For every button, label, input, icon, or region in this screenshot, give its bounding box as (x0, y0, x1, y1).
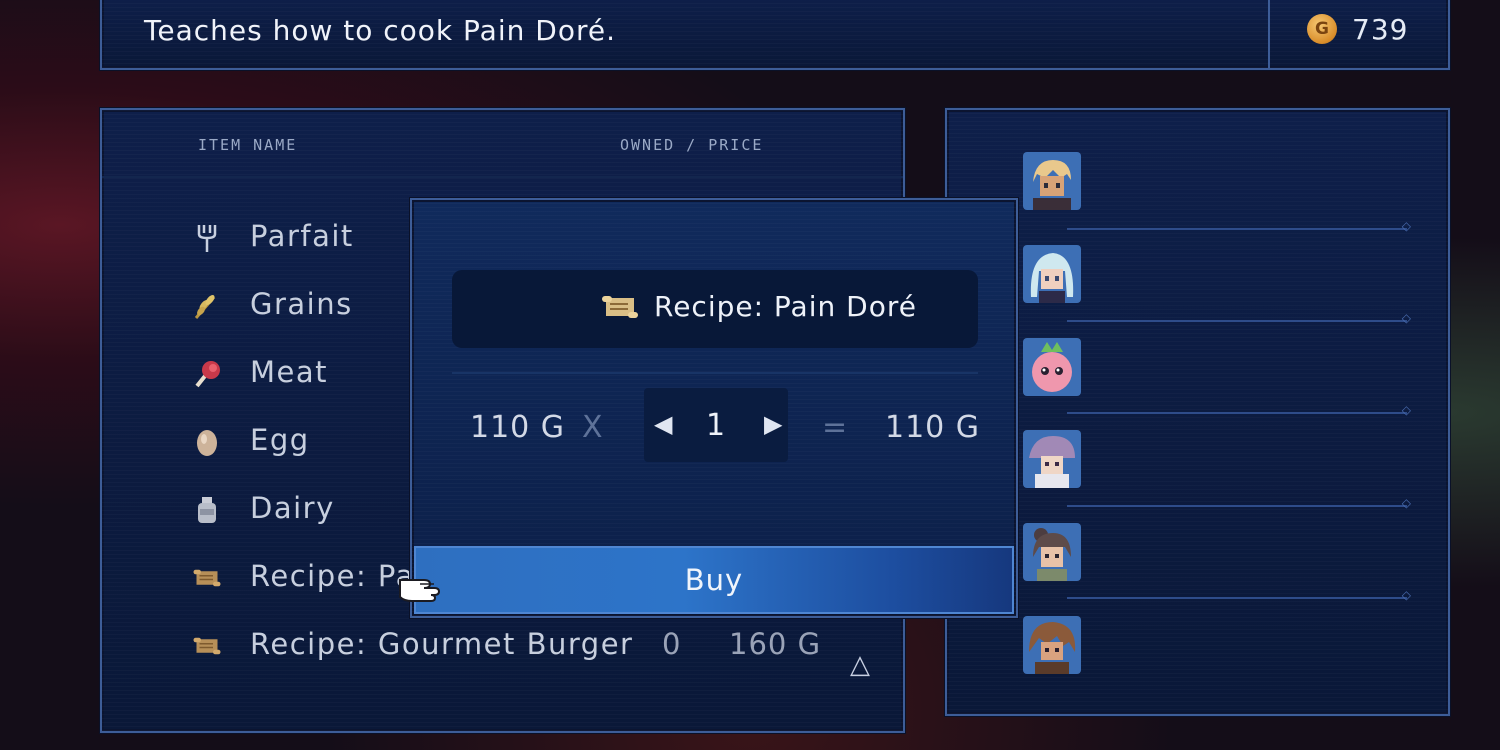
scroll-up-icon[interactable]: △ (850, 650, 870, 680)
gold-separator (1268, 0, 1270, 70)
party-panel (945, 108, 1450, 716)
list-item-recipe-gourmet-burger[interactable]: Recipe: Gourmet Burger 0 160 G (192, 621, 892, 671)
party-member-silver-hair-icon[interactable] (1023, 245, 1081, 303)
grain-icon (192, 291, 222, 321)
item-name: Recipe: Pa (250, 559, 415, 593)
party-divider (1067, 496, 1411, 510)
column-header-owned-price: OWNED / PRICE (620, 136, 764, 154)
item-name: Egg (250, 423, 310, 457)
recipe-scroll-icon (600, 292, 640, 329)
egg-icon (192, 427, 222, 457)
party-divider (1067, 403, 1411, 417)
recipe-scroll-icon (192, 631, 222, 661)
total-price: 110 G (885, 410, 981, 445)
item-name: Recipe: Gourmet Burger (250, 627, 634, 661)
item-description: Teaches how to cook Pain Doré. (144, 14, 616, 47)
fork-icon (192, 223, 222, 253)
item-name: Meat (250, 355, 329, 389)
party-member-dark-hair-icon[interactable] (1023, 523, 1081, 581)
item-name: Parfait (250, 219, 354, 253)
decrease-arrow-icon[interactable]: ◀ (654, 410, 672, 438)
item-name: Grains (250, 287, 353, 321)
quantity-stepper[interactable]: ◀ 1 ▶ (644, 388, 788, 462)
party-member-blonde-icon[interactable] (1023, 152, 1081, 210)
buy-button[interactable]: Buy (414, 546, 1014, 614)
party-member-brown-hair-icon[interactable] (1023, 616, 1081, 674)
equals-sign: = (822, 410, 848, 445)
dialog-title-box: Recipe: Pain Doré (452, 270, 978, 348)
quantity-value: 1 (706, 408, 726, 443)
party-divider (1067, 311, 1411, 325)
item-name: Dairy (250, 491, 335, 525)
party-divider (1067, 219, 1411, 233)
item-owned-count: 0 (662, 627, 681, 661)
dialog-divider (452, 372, 978, 374)
party-divider (1067, 588, 1411, 602)
recipe-scroll-icon (192, 563, 222, 593)
increase-arrow-icon[interactable]: ▶ (764, 410, 782, 438)
party-member-purple-hat-icon[interactable] (1023, 430, 1081, 488)
gold-amount: 739 (1352, 13, 1409, 46)
unit-price: 110 G (470, 410, 566, 445)
meat-icon (192, 359, 222, 389)
list-header-divider (102, 176, 903, 178)
party-member-pink-creature-icon[interactable] (1023, 338, 1081, 396)
gold-coin-icon: G (1307, 14, 1337, 44)
dialog-item-title: Recipe: Pain Doré (654, 290, 917, 323)
column-header-item-name: ITEM NAME (198, 136, 298, 154)
hand-pointer-icon (398, 568, 444, 604)
item-description-bar: Teaches how to cook Pain Doré. G 739 (100, 0, 1450, 70)
purchase-dialog: Recipe: Pain Doré 110 G X ◀ 1 ▶ = 110 G … (410, 198, 1018, 618)
dairy-icon (192, 495, 222, 525)
multiply-sign: X (582, 410, 603, 445)
item-price: 160 G (729, 627, 822, 661)
